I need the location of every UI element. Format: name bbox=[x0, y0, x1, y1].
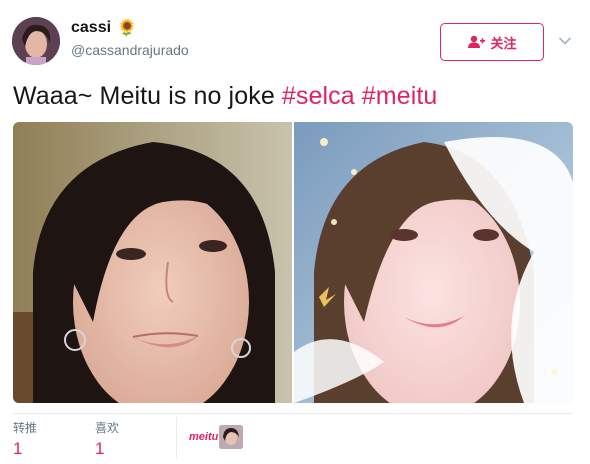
hashtag-selca[interactable]: #selca bbox=[282, 82, 355, 110]
stats-separator bbox=[176, 417, 177, 459]
retweets-label: 转推 bbox=[13, 421, 38, 435]
author-name[interactable]: cassi 🌻 bbox=[71, 18, 137, 38]
photo-meitu-edited[interactable] bbox=[294, 122, 573, 403]
photo-original[interactable] bbox=[13, 122, 292, 403]
meitu-logo[interactable]: meitu bbox=[189, 431, 218, 443]
likes-label: 喜欢 bbox=[95, 421, 120, 435]
author-name-text[interactable]: cassi bbox=[71, 19, 111, 37]
follow-button-label: 关注 bbox=[490, 35, 517, 51]
add-user-icon bbox=[468, 35, 486, 48]
likes-stat[interactable]: 喜欢 1 bbox=[95, 419, 119, 459]
chevron-down-icon[interactable] bbox=[558, 34, 572, 48]
hashtag-meitu[interactable]: #meitu bbox=[362, 82, 438, 110]
follow-button[interactable]: 关注 bbox=[440, 23, 544, 61]
likes-count[interactable]: 1 bbox=[95, 439, 119, 459]
retweets-count[interactable]: 1 bbox=[13, 439, 37, 459]
sunflower-emoji: 🌻 bbox=[117, 20, 137, 37]
stats-divider bbox=[13, 413, 573, 414]
author-avatar[interactable] bbox=[12, 17, 60, 65]
retweets-stat[interactable]: 转推 1 bbox=[13, 419, 37, 459]
tweet-body: Waaa~ Meitu is no joke bbox=[13, 82, 282, 110]
tweet-text: Waaa~ Meitu is no joke #selca #meitu bbox=[13, 82, 437, 111]
liker-avatar[interactable] bbox=[219, 425, 243, 449]
author-handle[interactable]: @cassandrajurado bbox=[71, 42, 189, 58]
